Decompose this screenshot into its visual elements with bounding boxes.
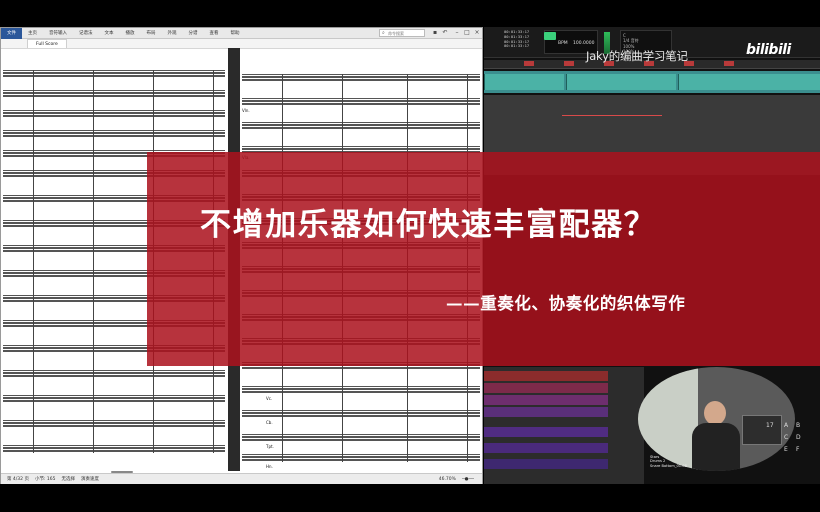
staff[interactable]: [242, 386, 480, 394]
keypad-key[interactable]: A: [784, 422, 788, 429]
bpm-value[interactable]: 100.0000: [573, 41, 594, 46]
automation-line[interactable]: [562, 115, 662, 116]
audio-tracks[interactable]: [484, 367, 644, 484]
keypad-key[interactable]: 17: [766, 422, 774, 429]
keypad-key[interactable]: E: [784, 446, 788, 453]
close-icon[interactable]: ×: [473, 29, 481, 37]
marker[interactable]: [564, 61, 574, 66]
waveform-region[interactable]: [484, 407, 608, 417]
status-page: 第 4/32 页: [7, 477, 29, 482]
bpm-label: BPM: [558, 41, 568, 46]
search-icon: ⌕: [382, 30, 385, 36]
waveform-region[interactable]: [484, 395, 608, 405]
tab-parts[interactable]: 分谱: [183, 28, 204, 39]
staff[interactable]: [242, 74, 480, 82]
status-selection: 无选择: [61, 477, 76, 482]
tab-notations[interactable]: 记谱法: [73, 28, 99, 39]
save-icon[interactable]: ▪: [431, 29, 439, 37]
marker[interactable]: [724, 61, 734, 66]
staff[interactable]: [242, 454, 480, 462]
tab-view[interactable]: 查看: [204, 28, 225, 39]
waveform-region[interactable]: [484, 427, 608, 437]
tab-appearance[interactable]: 外观: [162, 28, 183, 39]
zoom-slider[interactable]: ─●──: [462, 477, 474, 482]
staff[interactable]: [3, 90, 225, 98]
instrument-label: Hn.: [266, 464, 273, 469]
bilibili-logo: bilibili: [746, 42, 791, 58]
video-subtitle: ——重奏化、协奏化的织体写作: [446, 294, 686, 313]
tab-help[interactable]: 帮助: [225, 28, 246, 39]
track-lane[interactable]: [484, 71, 820, 93]
document-tab[interactable]: Full Score: [27, 39, 67, 48]
staff[interactable]: [242, 410, 480, 418]
instrument-label: Tpt.: [266, 444, 274, 449]
staff[interactable]: [3, 70, 225, 78]
keypad-key[interactable]: C: [784, 434, 788, 441]
staff[interactable]: [3, 420, 225, 428]
waveform-region[interactable]: [484, 383, 608, 393]
person-head: [704, 401, 726, 425]
tab-note-input[interactable]: 音符输入: [43, 28, 73, 39]
ribbon-tabs: 文件 主页 音符输入 记谱法 文本 播放 布局 外观 分谱 查看 帮助 命令搜索…: [1, 27, 482, 39]
undo-icon[interactable]: ↶: [441, 29, 449, 37]
document-tab-bar: Full Score: [1, 39, 482, 49]
play-button[interactable]: [544, 32, 556, 40]
person-body: [692, 423, 740, 471]
waveform-region[interactable]: [484, 459, 608, 469]
keypad-key[interactable]: F: [796, 446, 799, 453]
marker[interactable]: [524, 61, 534, 66]
time-counter: 00:01:33:17 00:01:33:17 00:01:33:17 00:0…: [504, 29, 540, 54]
region-clip[interactable]: [484, 74, 564, 90]
waveform-region[interactable]: [484, 443, 608, 453]
title-banner: [147, 152, 820, 366]
video-title: 不增加乐器如何快速丰富配器？: [200, 207, 657, 243]
caption-line: Snare Bottom_01-08: [650, 463, 687, 468]
staff[interactable]: [242, 98, 480, 106]
status-mode: 演奏速度: [81, 477, 100, 482]
barline: [33, 70, 34, 453]
tab-text[interactable]: 文本: [99, 28, 120, 39]
counter-line: 00:01:33:17: [504, 43, 530, 49]
maximize-icon[interactable]: □: [463, 29, 471, 37]
barline: [93, 70, 94, 453]
minimize-icon[interactable]: –: [453, 29, 461, 37]
instrument-label: Vc.: [266, 396, 273, 401]
zoom-level[interactable]: 46.70%: [439, 477, 456, 482]
keypad-panel: 17 A B C D E F: [766, 382, 818, 482]
status-bar: 第 4/32 页 小节: 165 无选择 演奏速度 46.70% ─●──: [1, 473, 482, 484]
staff[interactable]: [3, 445, 225, 453]
instrument-label: Cb.: [266, 420, 273, 425]
command-search-input[interactable]: 命令搜索: [379, 29, 425, 37]
staff[interactable]: [242, 122, 480, 130]
tab-layout[interactable]: 布局: [141, 28, 162, 39]
tab-play[interactable]: 播放: [120, 28, 141, 39]
staff[interactable]: [3, 110, 225, 118]
channel-watermark: Jaky的编曲学习笔记: [586, 49, 688, 63]
keypad-key[interactable]: B: [796, 422, 800, 429]
staff[interactable]: [242, 434, 480, 442]
keypad-key[interactable]: D: [796, 434, 801, 441]
staff[interactable]: [3, 370, 225, 378]
staff[interactable]: [3, 130, 225, 138]
video-caption: Stars Drums 2 Snare Bottom_01-08: [650, 455, 687, 468]
instrument-label: Vln.: [242, 108, 250, 113]
status-bar-number: 小节: 165: [34, 477, 56, 482]
waveform-region[interactable]: [484, 371, 608, 381]
tab-file[interactable]: 文件: [1, 27, 22, 39]
tab-home[interactable]: 主页: [22, 28, 43, 39]
region-clip[interactable]: [678, 74, 820, 90]
staff[interactable]: [3, 395, 225, 403]
region-clip[interactable]: [566, 74, 676, 90]
